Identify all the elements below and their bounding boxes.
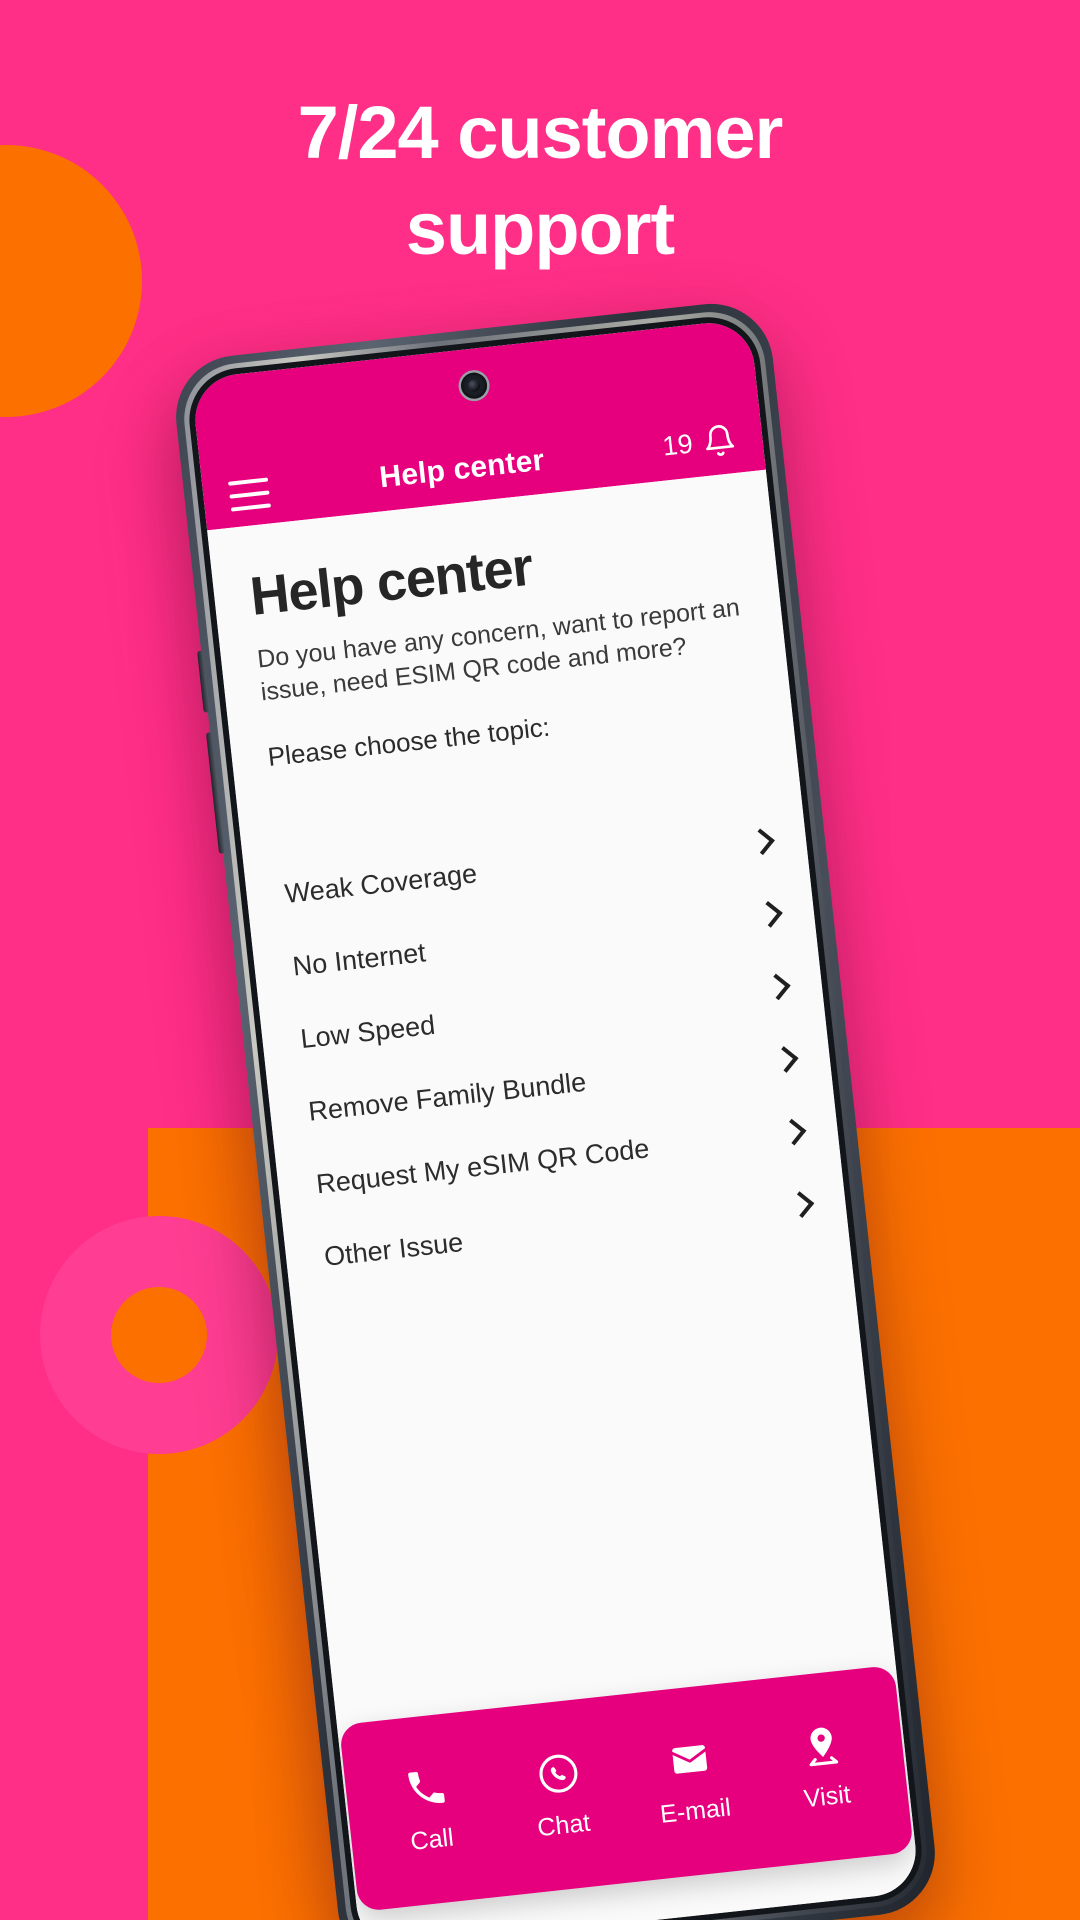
bell-icon[interactable] [701,421,739,460]
action-label: Visit [802,1779,852,1813]
topic-label: Low Speed [298,1009,437,1055]
map-pin-icon [797,1720,845,1768]
phone-icon [402,1763,450,1811]
pink-donut-decoration [40,1216,278,1454]
action-visit[interactable]: Visit [771,1718,876,1817]
topic-list: Weak Coverage No Internet Low Speed Remo… [279,806,813,1294]
topic-label: No Internet [291,937,428,982]
chevron-right-icon [790,1191,809,1221]
front-camera-icon [459,371,489,401]
action-label: Call [409,1822,455,1856]
hamburger-icon[interactable] [227,477,271,512]
topic-label: Weak Coverage [283,858,479,909]
choose-topic-label: Please choose the topic: [266,711,552,773]
notification-count: 19 [661,428,695,462]
action-call[interactable]: Call [376,1760,481,1859]
action-chat[interactable]: Chat [508,1746,613,1845]
notifications-area[interactable]: 19 [661,421,739,465]
hamburger-bar [229,490,270,499]
hamburger-bar [230,503,271,512]
topic-label: Other Issue [322,1226,465,1272]
hamburger-bar [227,477,269,486]
chevron-right-icon [774,1046,793,1076]
chevron-right-icon [766,973,785,1003]
topic-label: Remove Family Bundle [306,1066,588,1127]
envelope-icon [666,1735,714,1783]
action-email[interactable]: E-mail [640,1732,745,1831]
contact-action-bar: Call Chat E-mail Visit [338,1664,914,1913]
chevron-right-icon [782,1118,801,1148]
headline-line-1: 7/24 customer [297,91,784,174]
donut-hole [111,1287,207,1383]
headline-line-2: support [405,187,675,270]
whatsapp-icon [534,1749,582,1797]
chevron-right-icon [759,901,778,931]
chevron-right-icon [751,828,770,858]
action-label: E-mail [658,1792,733,1829]
promo-headline: 7/24 customer support [0,96,1080,266]
action-label: Chat [535,1808,592,1842]
